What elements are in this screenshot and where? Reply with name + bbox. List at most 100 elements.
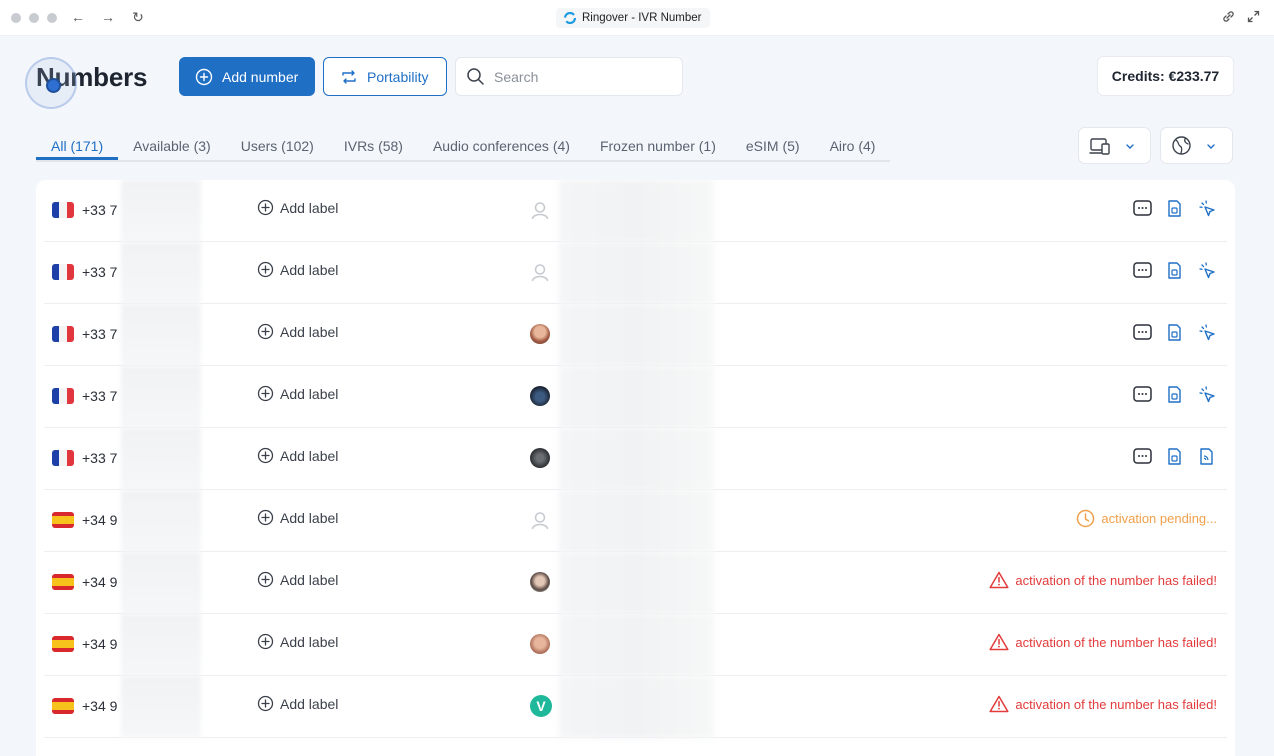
minimize-window-dot[interactable] [29, 13, 39, 23]
spain-flag-icon [52, 512, 74, 528]
phone-number: +33 7 [82, 326, 118, 342]
sim-icon[interactable] [1164, 446, 1185, 467]
cursor-click-icon[interactable] [1196, 384, 1217, 405]
tab-available[interactable]: Available (3) [118, 134, 226, 160]
redacted-number-area [121, 676, 201, 738]
plus-circle-icon [257, 695, 274, 712]
add-label-button[interactable]: Add label [257, 261, 338, 278]
cursor-click-icon[interactable] [1196, 322, 1217, 343]
search-input[interactable] [494, 68, 664, 85]
portability-button[interactable]: Portability [323, 57, 447, 96]
add-label-text: Add label [280, 323, 339, 340]
add-label-button[interactable]: Add label [257, 447, 338, 464]
table-row[interactable]: +34 9 Add label Vactivation of the number … [44, 676, 1227, 738]
avatar [530, 386, 550, 406]
row-actions [1132, 446, 1217, 467]
rss-icon[interactable] [1196, 446, 1217, 467]
cursor-click-icon[interactable] [1196, 198, 1217, 219]
message-icon[interactable] [1132, 260, 1153, 281]
warning-icon [989, 633, 1009, 651]
add-label-text: Add label [280, 199, 339, 216]
search-box[interactable] [455, 57, 683, 96]
tab-frozen-number[interactable]: Frozen number (1) [585, 134, 731, 160]
phone-number: +34 9 [82, 698, 118, 714]
message-icon[interactable] [1132, 446, 1153, 467]
status-failed: activation of the number has failed! [989, 695, 1217, 713]
redacted-number-area [121, 304, 201, 366]
table-row[interactable]: +33 7 Add label [44, 242, 1227, 304]
add-label-text: Add label [280, 695, 339, 712]
phone-number: +34 9 [82, 512, 118, 528]
phone-number: +33 7 [82, 264, 118, 280]
france-flag-icon [52, 264, 74, 280]
tab-users[interactable]: Users (102) [226, 134, 329, 160]
tab-all[interactable]: All (171) [36, 134, 119, 160]
table-row[interactable]: +33 7 Add label [44, 366, 1227, 428]
numbers-table: +33 7 Add label +33 7 Add label +33 7 Add lab… [36, 180, 1235, 756]
close-window-dot[interactable] [11, 13, 21, 23]
row-actions [1132, 322, 1217, 343]
row-actions [1132, 198, 1217, 219]
plus-circle-icon [257, 571, 274, 588]
avatar-placeholder-icon [530, 262, 550, 282]
cursor-click-icon[interactable] [1196, 260, 1217, 281]
table-row[interactable]: +34 9 Add label activation pending... [44, 490, 1227, 552]
portability-label: Portability [367, 68, 429, 85]
status-text: activation of the number has failed! [1015, 572, 1217, 588]
tab-ivrs[interactable]: IVRs (58) [329, 134, 418, 160]
table-row[interactable]: +33 7 Add label [44, 304, 1227, 366]
add-label-button[interactable]: Add label [257, 571, 338, 588]
sim-icon[interactable] [1164, 322, 1185, 343]
avatar [530, 448, 550, 468]
reload-icon[interactable]: ↻ [130, 9, 146, 26]
message-icon[interactable] [1132, 384, 1153, 405]
table-row[interactable]: +33 7 Add label [44, 180, 1227, 242]
window-title-text: Ringover - IVR Number [582, 12, 702, 24]
sim-icon[interactable] [1164, 198, 1185, 219]
add-number-button[interactable]: Add number [179, 57, 315, 96]
chevron-down-icon [1207, 143, 1215, 149]
add-label-button[interactable]: Add label [257, 695, 338, 712]
expand-icon[interactable] [1247, 10, 1260, 26]
add-label-button[interactable]: Add label [257, 385, 338, 402]
table-row[interactable]: +34 9 Add label activation of the number h… [44, 614, 1227, 676]
status-failed: activation of the number has failed! [989, 571, 1217, 589]
forward-arrow-icon[interactable]: → [100, 9, 116, 26]
tab-audio-conferences[interactable]: Audio conferences (4) [418, 134, 585, 160]
status-pending: activation pending... [1076, 509, 1217, 528]
sim-icon[interactable] [1164, 260, 1185, 281]
add-label-button[interactable]: Add label [257, 199, 338, 216]
redacted-number-area [121, 552, 201, 614]
france-flag-icon [52, 388, 74, 404]
window-controls[interactable] [11, 13, 57, 23]
credits-text: Credits: €233.77 [1111, 68, 1220, 84]
device-filter-dropdown[interactable] [1078, 127, 1151, 164]
tab-airo[interactable]: Airo (4) [815, 134, 891, 160]
maximize-window-dot[interactable] [47, 13, 57, 23]
add-label-button[interactable]: Add label [257, 509, 338, 526]
country-filter-dropdown[interactable] [1160, 127, 1233, 164]
add-label-text: Add label [280, 385, 339, 402]
status-text: activation of the number has failed! [1015, 634, 1217, 650]
plus-circle-icon [257, 323, 274, 340]
redacted-assignee-area [559, 180, 714, 242]
ringover-logo-icon [564, 12, 576, 24]
france-flag-icon [52, 326, 74, 342]
france-flag-icon [52, 450, 74, 466]
plus-circle-icon [257, 509, 274, 526]
phone-number: +34 9 [82, 574, 118, 590]
message-icon[interactable] [1132, 198, 1153, 219]
add-label-button[interactable]: Add label [257, 633, 338, 650]
avatar-placeholder-icon [530, 510, 550, 530]
credits-badge[interactable]: Credits: €233.77 [1097, 56, 1234, 96]
redacted-number-area [121, 180, 201, 242]
window-title: Ringover - IVR Number [556, 8, 710, 28]
link-icon[interactable] [1222, 10, 1235, 26]
table-row[interactable]: +33 7 Add label [44, 428, 1227, 490]
add-label-button[interactable]: Add label [257, 323, 338, 340]
back-arrow-icon[interactable]: ← [70, 9, 86, 26]
table-row[interactable]: +34 9 Add label activation of the number h… [44, 552, 1227, 614]
tab-esim[interactable]: eSIM (5) [731, 134, 815, 160]
message-icon[interactable] [1132, 322, 1153, 343]
sim-icon[interactable] [1164, 384, 1185, 405]
